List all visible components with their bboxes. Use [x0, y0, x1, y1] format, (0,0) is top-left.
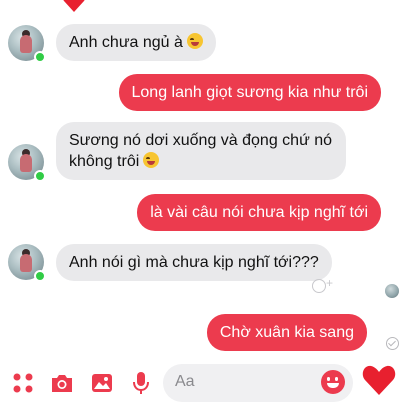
message-text: Sương nó dơi xuống và đọng chứ nó không … — [69, 132, 333, 170]
message-outgoing[interactable]: Long lanh giọt sương kia như trôi — [118, 74, 381, 111]
message-text: Long lanh giọt sương kia như trôi — [131, 84, 369, 101]
contact-avatar[interactable] — [8, 25, 46, 63]
seen-avatar-icon — [385, 284, 399, 298]
heart-icon[interactable] — [362, 364, 396, 396]
message-text: là vài câu nói chưa kịp nghĩ tới — [150, 204, 368, 221]
message-composer: Aa — [0, 360, 403, 406]
online-indicator — [34, 270, 46, 282]
heart-reaction-icon — [63, 0, 85, 12]
message-text: Chờ xuân kia sang — [219, 324, 354, 341]
message-outgoing[interactable]: Chờ xuân kia sang — [206, 314, 367, 351]
message-input-placeholder: Aa — [175, 373, 195, 390]
message-incoming[interactable]: Anh nói gì mà chưa kịp nghĩ tới??? — [56, 244, 332, 281]
message-incoming[interactable]: Anh chưa ngủ à — [56, 24, 216, 61]
add-reaction-icon[interactable]: + — [312, 276, 334, 297]
online-indicator — [34, 51, 46, 63]
contact-avatar[interactable] — [8, 144, 46, 182]
message-input[interactable]: Aa — [163, 364, 353, 402]
drooling-face-emoji-icon — [143, 152, 160, 168]
message-text: Anh nói gì mà chưa kịp nghĩ tới??? — [69, 254, 319, 271]
winking-tongue-emoji-icon — [186, 33, 203, 49]
emoji-icon[interactable] — [321, 370, 345, 394]
online-indicator — [34, 170, 46, 182]
camera-icon[interactable] — [49, 370, 75, 396]
message-incoming[interactable]: Sương nó dơi xuống và đọng chứ nó không … — [56, 122, 346, 180]
gallery-icon[interactable] — [89, 370, 115, 396]
contact-avatar[interactable] — [8, 244, 46, 282]
microphone-icon[interactable] — [128, 370, 154, 396]
apps-icon[interactable] — [10, 370, 36, 396]
message-outgoing[interactable]: là vài câu nói chưa kịp nghĩ tới — [137, 194, 381, 231]
sent-check-icon — [386, 337, 399, 350]
message-text: Anh chưa ngủ à — [69, 34, 183, 51]
